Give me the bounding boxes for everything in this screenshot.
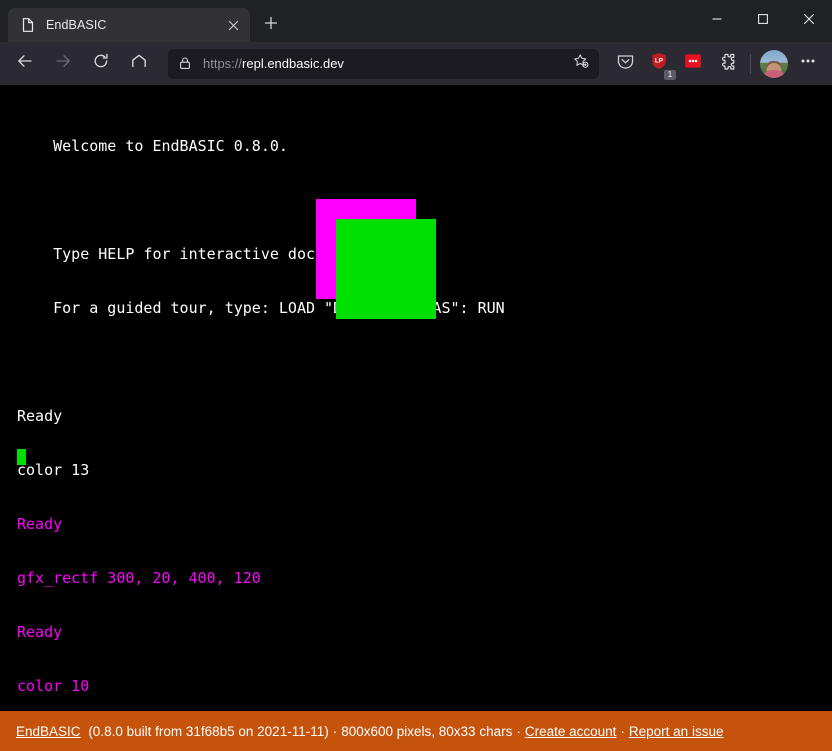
- minimize-icon: [711, 12, 723, 30]
- ellipsis-icon: [799, 52, 817, 75]
- resolution-text: 800x600 pixels, 80x33 chars: [341, 723, 513, 739]
- lastpass-button[interactable]: LP 1: [643, 48, 676, 80]
- minimize-button[interactable]: [694, 0, 740, 42]
- lock-icon: [178, 56, 194, 72]
- extensions-puzzle-icon: [718, 52, 737, 76]
- tab-strip: EndBASIC: [0, 0, 832, 42]
- maximize-icon: [757, 12, 769, 30]
- page-content: Welcome to EndBASIC 0.8.0. Type HELP for…: [0, 85, 832, 751]
- home-icon: [130, 52, 148, 75]
- console-line: color 10: [17, 677, 90, 695]
- report-issue-link[interactable]: Report an issue: [629, 724, 724, 739]
- url-text[interactable]: https://repl.endbasic.dev: [203, 56, 569, 71]
- create-account-link[interactable]: Create account: [525, 724, 617, 739]
- toolbar-divider: [750, 53, 751, 74]
- forward-button[interactable]: [46, 48, 80, 80]
- account-avatar[interactable]: [760, 49, 788, 78]
- reload-icon: [92, 52, 110, 75]
- app-menu-button[interactable]: [792, 48, 824, 80]
- console-line: Ready: [17, 407, 63, 425]
- avatar-body: [762, 69, 786, 78]
- console-text: Welcome to EndBASIC 0.8.0. Type HELP for…: [17, 101, 505, 716]
- document-icon: [20, 17, 36, 33]
- new-tab-button[interactable]: [256, 10, 286, 40]
- version-text: (0.8.0 built from 31f68b5 on 2021-11-11): [88, 723, 329, 739]
- close-window-button[interactable]: [786, 0, 832, 42]
- browser-window: EndBASIC https://repl.endbasic.dev LP 1 …: [0, 0, 832, 751]
- reload-button[interactable]: [84, 48, 118, 80]
- endbasic-link[interactable]: EndBASIC: [16, 724, 81, 739]
- status-bar: EndBASIC (0.8.0 built from 31f68b5 on 20…: [0, 711, 832, 751]
- console-line: gfx_rectf 300, 20, 400, 120: [17, 569, 261, 587]
- console-line: Ready: [17, 515, 63, 533]
- navigation-toolbar: https://repl.endbasic.dev LP 1: [0, 42, 832, 85]
- pocket-button[interactable]: [609, 48, 641, 80]
- status-separator: ·: [332, 723, 338, 739]
- lastpass-badge: 1: [664, 69, 676, 80]
- red-dots-extension-icon: [684, 52, 702, 75]
- extensions-button[interactable]: [711, 48, 743, 80]
- svg-text:LP: LP: [655, 58, 664, 65]
- close-icon: [803, 12, 815, 30]
- arrow-right-icon: [54, 52, 72, 75]
- pocket-icon: [616, 52, 635, 76]
- star-plus-icon: [573, 53, 589, 74]
- tab-close-icon[interactable]: [222, 14, 244, 36]
- tab-title: EndBASIC: [46, 18, 107, 32]
- status-separator: ·: [516, 723, 521, 739]
- endbasic-console[interactable]: Welcome to EndBASIC 0.8.0. Type HELP for…: [0, 85, 832, 716]
- gfx-rect-green: [336, 219, 436, 319]
- url-scheme: https://: [203, 56, 243, 71]
- bookmark-button[interactable]: [569, 52, 593, 76]
- status-separator: ·: [620, 723, 625, 739]
- url-host: repl.endbasic.dev: [242, 56, 344, 71]
- block-cursor: [17, 449, 26, 465]
- tab-endbasic[interactable]: EndBASIC: [8, 8, 250, 42]
- console-line: Ready: [17, 623, 63, 641]
- window-controls: [694, 0, 832, 42]
- console-line: color 13: [17, 461, 90, 479]
- back-button[interactable]: [8, 48, 42, 80]
- console-line: Welcome to EndBASIC 0.8.0.: [17, 137, 288, 155]
- arrow-left-icon: [16, 52, 34, 75]
- plus-icon: [264, 16, 278, 35]
- home-button[interactable]: [122, 48, 156, 80]
- maximize-button[interactable]: [740, 0, 786, 42]
- red-dots-extension-button[interactable]: [677, 48, 709, 80]
- address-bar[interactable]: https://repl.endbasic.dev: [168, 48, 599, 79]
